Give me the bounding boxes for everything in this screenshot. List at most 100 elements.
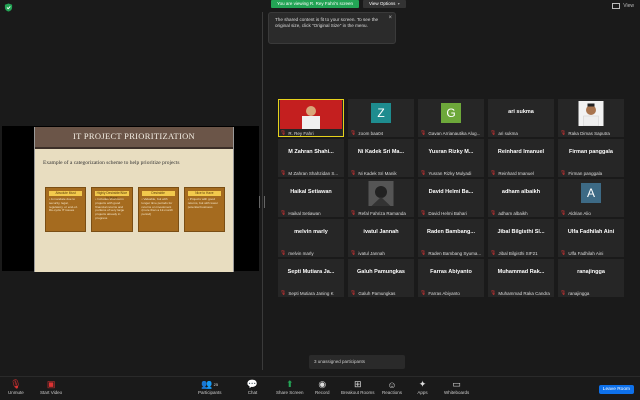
participant-name-label: 🎙 Yusran Rizky Mulyadi <box>420 170 482 176</box>
whiteboards-label: Whiteboards <box>444 390 470 395</box>
participant-tile[interactable]: David Helmi Ba... 🎙 David Helmi Bahari <box>418 179 484 217</box>
participant-name: ari sukma <box>498 130 518 136</box>
participant-tile[interactable]: Haikal Setiawan 🎙 Haikal Setiawan <box>278 179 344 217</box>
participant-display-name: Ulfa Fadhilah Aini <box>567 229 615 235</box>
participant-tile[interactable]: Reinhard Imanuel 🎙 Reinhard Imanuel <box>488 139 554 177</box>
category-box: Absolute Must • A mandate due to security… <box>45 187 87 232</box>
slide-subtitle: Example of a categorization scheme to he… <box>43 160 180 166</box>
apps-button[interactable]: ✦ Apps <box>417 379 428 395</box>
participant-name: melvin marly <box>288 250 314 256</box>
participant-name: Farras Abiyanto <box>428 290 460 296</box>
participant-tile[interactable]: ari sukma 🎙 ari sukma <box>488 99 554 137</box>
view-options-button[interactable]: View Options ▾ <box>362 0 406 8</box>
participant-name: Raka Dimas Saputra <box>568 130 610 136</box>
participant-tile[interactable]: G 🎙 Gavan Arrianautika Alug... <box>418 99 484 137</box>
participant-tile[interactable]: 🎙 Refal Fahriza Ramanda <box>348 179 414 217</box>
participant-name: zoom baa04 <box>358 130 384 136</box>
participant-name-label: 🎙 Ulfa Fadhilah Aini <box>560 250 622 256</box>
participant-tile[interactable]: Septi Mutiara Ja... 🎙 Septi Mutiara Janing… <box>278 259 344 297</box>
participant-name-label: 🎙 Firman panggala <box>560 170 622 176</box>
unmute-label: Unmute <box>8 390 24 395</box>
participant-tile[interactable]: Ulfa Fadhilah Aini 🎙 Ulfa Fadhilah Aini <box>558 219 624 257</box>
category-box: Highly Desirable/Nice to Have • Includes … <box>91 187 133 232</box>
participant-tile[interactable]: adham albaikh 🎙 adham albaikh <box>488 179 554 217</box>
avatar: A <box>581 183 601 203</box>
participant-name: ivatul Jannah <box>358 250 385 256</box>
participant-name: M Zahran Shahzidan S... <box>288 170 339 176</box>
reactions-button[interactable]: ☺ Reactions <box>382 379 402 396</box>
microphone-muted-icon: 🎙 <box>420 170 427 176</box>
participant-tile[interactable]: Firman panggala 🎙 Firman panggala <box>558 139 624 177</box>
participant-name: Septi Mutiara Janing K <box>288 290 334 296</box>
participant-name-label: 🎙 Farras Abiyanto <box>420 290 482 296</box>
view-button[interactable]: View <box>612 3 634 9</box>
participant-tile[interactable]: Muhammad Rak... 🎙 Muhammad Raka Candra <box>488 259 554 297</box>
participant-name-label: 🎙 Aldrian Alio <box>560 210 622 216</box>
participant-display-name: Haikal Setiawan <box>290 189 332 195</box>
whiteboards-button[interactable]: ▭ Whiteboards <box>444 379 469 395</box>
participant-tile[interactable]: 🎙 R. Rey Fahri <box>278 99 344 137</box>
microphone-muted-icon: 🎙 <box>350 250 357 256</box>
microphone-muted-icon: 🎙 <box>350 170 357 176</box>
apps-icon: ✦ <box>418 379 427 389</box>
camera-off-icon: ▣ <box>46 379 56 389</box>
record-label: Record <box>315 390 330 395</box>
unmute-button[interactable]: 🎙 Unmute <box>8 379 24 395</box>
start-video-button[interactable]: ▣ Start Video <box>40 379 62 395</box>
participant-name-label: 🎙 Jibal Bilgisthi SIF21 <box>490 250 552 256</box>
participant-tile[interactable]: Yusran Rizky M... 🎙 Yusran Rizky Mulyadi <box>418 139 484 177</box>
participant-name-label: 🎙 M Zahran Shahzidan S... <box>280 170 342 176</box>
participant-name-label: 🎙 melvin marly <box>280 250 342 256</box>
participant-tile[interactable]: Farras Abiyanto 🎙 Farras Abiyanto <box>418 259 484 297</box>
participant-tile[interactable]: melvin marly 🎙 melvin marly <box>278 219 344 257</box>
microphone-muted-icon: 🎙 <box>560 250 567 256</box>
microphone-muted-icon: 🎙 <box>420 290 427 296</box>
meeting-toolbar: 🎙 Unmute ▣ Start Video 👥 25 Participants 💬 Ch… <box>0 376 640 400</box>
chat-button[interactable]: 💬 Chat <box>247 379 258 395</box>
participant-tile[interactable]: Galuh Pamungkas 🎙 Galuh Pamungkas <box>348 259 414 297</box>
category-body: • Projects with good returns, but with l… <box>187 197 219 209</box>
participant-display-name: Yusran Rizky M... <box>428 149 474 155</box>
close-icon[interactable]: × <box>388 15 392 21</box>
participant-display-name: Muhammad Rak... <box>497 269 545 275</box>
record-button[interactable]: ◉ Record <box>315 379 330 395</box>
unassigned-participants-notice[interactable]: 3 unassigned participants <box>309 355 405 369</box>
participant-display-name: Firman panggala <box>568 149 613 155</box>
participant-name: Aldrian Alio <box>568 210 591 216</box>
participant-tile[interactable]: ranajingga 🎙 ranajingga <box>558 259 624 297</box>
participant-name: Ni Kadek Sri Manik <box>358 170 397 176</box>
grid-view-icon <box>612 3 621 9</box>
participant-tile[interactable]: ivatul Jannah 🎙 ivatul Jannah <box>348 219 414 257</box>
resize-handle[interactable] <box>259 196 265 208</box>
share-screen-button[interactable]: ⬆ Share Screen <box>276 379 304 395</box>
participant-name: Gavan Arrianautika Alug... <box>428 130 481 136</box>
participant-tile[interactable]: A 🎙 Aldrian Alio <box>558 179 624 217</box>
participant-name-label: 🎙 zoom baa04 <box>350 130 412 136</box>
zoom-meeting-window: You are viewing R. Rey Fahri's screen Vi… <box>0 0 640 400</box>
split-divider <box>262 12 263 370</box>
participant-tile[interactable]: Raden Bambang... 🎙 Raden Bambang Syuma... <box>418 219 484 257</box>
participant-tile[interactable]: Jibal Bilgisthi Sl... 🎙 Jibal Bilgisthi SI… <box>488 219 554 257</box>
participant-name-label: 🎙 ivatul Jannah <box>350 250 412 256</box>
encryption-shield-icon[interactable] <box>4 3 13 12</box>
participant-name: Refal Fahriza Ramanda <box>358 210 406 216</box>
fit-to-screen-tooltip: The shared content is fit to your screen… <box>268 12 396 44</box>
participant-tile[interactable]: Z 🎙 zoom baa04 <box>348 99 414 137</box>
participant-display-name: adham albaikh <box>501 189 541 195</box>
share-screen-label: Share Screen <box>276 390 304 395</box>
participant-name-label: 🎙 ranajingga <box>560 290 622 296</box>
participant-tile[interactable]: Ni Kadek Sri Ma... 🎙 Ni Kadek Sri Manik <box>348 139 414 177</box>
participant-name-label: 🎙 Galuh Pamungkas <box>350 290 412 296</box>
leave-room-button[interactable]: Leave Room <box>598 385 634 394</box>
participant-name-label: 🎙 David Helmi Bahari <box>420 210 482 216</box>
participant-tile[interactable]: M Zahran Shahi... 🎙 M Zahran Shahzidan S..… <box>278 139 344 177</box>
participants-button[interactable]: 👥 25 Participants <box>198 379 222 395</box>
participant-name: Ulfa Fadhilah Aini <box>568 250 604 256</box>
participant-display-name: ari sukma <box>508 109 534 115</box>
breakout-rooms-button[interactable]: ⊞ Breakout Rooms <box>341 379 375 395</box>
chevron-down-icon: ▾ <box>397 1 400 6</box>
participant-name-label: 🎙 R. Rey Fahri <box>280 130 342 136</box>
participant-display-name: ranajingga <box>577 269 605 275</box>
participant-tile[interactable]: 🎙 Raka Dimas Saputra <box>558 99 624 137</box>
reactions-icon: ☺ <box>387 379 397 390</box>
